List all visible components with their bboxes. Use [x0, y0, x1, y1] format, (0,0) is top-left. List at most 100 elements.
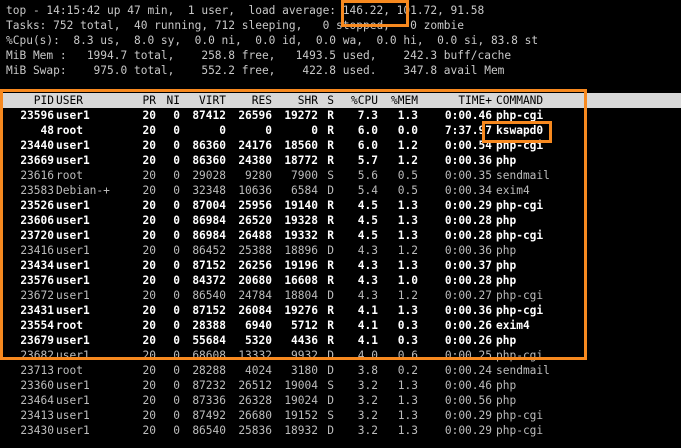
col-res: 24176 — [238, 139, 272, 152]
col-pr: 20 — [142, 244, 156, 257]
col-ni: 0 — [173, 109, 180, 122]
col-mem: 1.3 — [397, 214, 418, 227]
col-pid: 23672 — [20, 289, 54, 302]
process-row: 23616 root 20 0 29028 9280 7900 S 5.6 0.5 0:00.35 s… — [6, 168, 681, 183]
col-command: kswapd0 — [496, 124, 544, 137]
col-mem: 1.3 — [397, 394, 418, 407]
col-shr: 18932 — [284, 424, 318, 437]
process-row: 23606 user1 20 0 86984 26520 19328 R 4.5 1.3 0:00.… — [6, 213, 681, 228]
col-pr: 20 — [142, 274, 156, 287]
col-mem: 0.6 — [397, 349, 418, 362]
col-mem: 1.3 — [397, 259, 418, 272]
col-shr: 4436 — [291, 334, 318, 347]
col-pr: 20 — [142, 394, 156, 407]
col-shr: 18896 — [284, 244, 318, 257]
process-row: 23672 user1 20 0 86540 24784 18804 D 4.3 1.2 0:00.… — [6, 288, 681, 303]
col-state: R — [327, 304, 334, 317]
col-ni: 0 — [173, 379, 180, 392]
col-command: sendmail — [496, 169, 550, 182]
col-virt: 68608 — [192, 349, 226, 362]
col-pid: 23682 — [20, 349, 54, 362]
col-time: 0:00.29 — [444, 409, 492, 422]
col-mem: 1.3 — [397, 424, 418, 437]
col-user: user1 — [56, 304, 90, 317]
col-cpu: 3.2 — [357, 379, 378, 392]
col-user: user1 — [56, 259, 90, 272]
col-cpu: 6.0 — [357, 124, 378, 137]
col-cpu: 3.2 — [357, 394, 378, 407]
col-time: 7:37.97 — [444, 124, 492, 137]
col-pid: 23616 — [20, 169, 54, 182]
col-cpu: 6.0 — [357, 139, 378, 152]
process-row: 23434 user1 20 0 87152 26256 19196 R 4.3 1.3 0:00.… — [6, 258, 681, 273]
col-time: 0:00.28 — [444, 274, 492, 287]
col-state: D — [327, 364, 334, 377]
col-time: 0:00.46 — [444, 109, 492, 122]
col-user: user1 — [56, 424, 90, 437]
col-state: R — [327, 109, 334, 122]
col-pid: 23431 — [20, 304, 54, 317]
col-mem: 0.2 — [397, 364, 418, 377]
col-time: 0:00.26 — [444, 319, 492, 332]
col-state: S — [327, 379, 334, 392]
col-pid: 23606 — [20, 214, 54, 227]
col-res: 20680 — [238, 274, 272, 287]
col-virt: 86984 — [192, 229, 226, 242]
col-virt: 86540 — [192, 424, 226, 437]
col-mem: 1.2 — [397, 139, 418, 152]
col-time: 0:00.46 — [444, 379, 492, 392]
col-pr: 20 — [142, 409, 156, 422]
col-cpu: 3.8 — [357, 364, 378, 377]
col-shr: 5712 — [291, 319, 318, 332]
col-command: php-cgi — [496, 109, 544, 122]
process-row: 23576 user1 20 0 84372 20680 16608 R 4.3 1.0 0:00.… — [6, 273, 681, 288]
process-table: 23596 user1 20 0 87412 26596 19272 R 7.3 1.3 0:00.… — [6, 108, 681, 438]
col-mem: 0.3 — [397, 319, 418, 332]
col-virt: 87152 — [192, 259, 226, 272]
col-time: 0:00.29 — [444, 199, 492, 212]
header-col-res: RES — [251, 94, 272, 107]
load-average-rest: 101.72, 91.58 — [389, 4, 485, 17]
col-pr: 20 — [142, 334, 156, 347]
process-row: 23416 user1 20 0 86452 25388 18896 D 4.3 1.2 0:00.… — [6, 243, 681, 258]
col-cpu: 4.5 — [357, 229, 378, 242]
col-state: D — [327, 289, 334, 302]
col-state: D — [327, 349, 334, 362]
col-pr: 20 — [142, 364, 156, 377]
col-shr: 18772 — [284, 154, 318, 167]
col-cpu: 4.5 — [357, 214, 378, 227]
col-pr: 20 — [142, 379, 156, 392]
col-command: php-cgi — [496, 304, 544, 317]
col-res: 26328 — [238, 394, 272, 407]
process-row: 23682 user1 20 0 68608 13332 9932 D 4.0 0.6 0:00.2… — [6, 348, 681, 363]
col-res: 5320 — [245, 334, 272, 347]
col-state: R — [327, 274, 334, 287]
col-pr: 20 — [142, 109, 156, 122]
col-pr: 20 — [142, 304, 156, 317]
col-time: 0:00.56 — [444, 394, 492, 407]
col-ni: 0 — [173, 334, 180, 347]
col-command: php — [496, 154, 517, 167]
col-command: php — [496, 259, 517, 272]
col-shr: 19140 — [284, 199, 318, 212]
col-ni: 0 — [173, 394, 180, 407]
col-res: 26520 — [238, 214, 272, 227]
col-virt: 87336 — [192, 394, 226, 407]
col-state: R — [327, 214, 334, 227]
col-shr: 0 — [311, 124, 318, 137]
summary-swap-line: MiB Swap: 975.0 total, 552.2 free, 422.8… — [6, 64, 505, 77]
col-user: user1 — [56, 139, 90, 152]
col-time: 0:00.37 — [444, 259, 492, 272]
process-row: 23464 user1 20 0 87336 26328 19024 D 3.2 1.3 0:00.… — [6, 393, 681, 408]
col-shr: 9932 — [291, 349, 318, 362]
col-shr: 16608 — [284, 274, 318, 287]
col-cpu: 4.3 — [357, 259, 378, 272]
col-user: user1 — [56, 229, 90, 242]
col-state: R — [327, 229, 334, 242]
header-col-time: TIME+ — [458, 94, 492, 107]
col-state: S — [327, 409, 334, 422]
col-ni: 0 — [173, 124, 180, 137]
col-mem: 1.2 — [397, 154, 418, 167]
col-command: php-cgi — [496, 409, 544, 422]
col-mem: 1.3 — [397, 109, 418, 122]
